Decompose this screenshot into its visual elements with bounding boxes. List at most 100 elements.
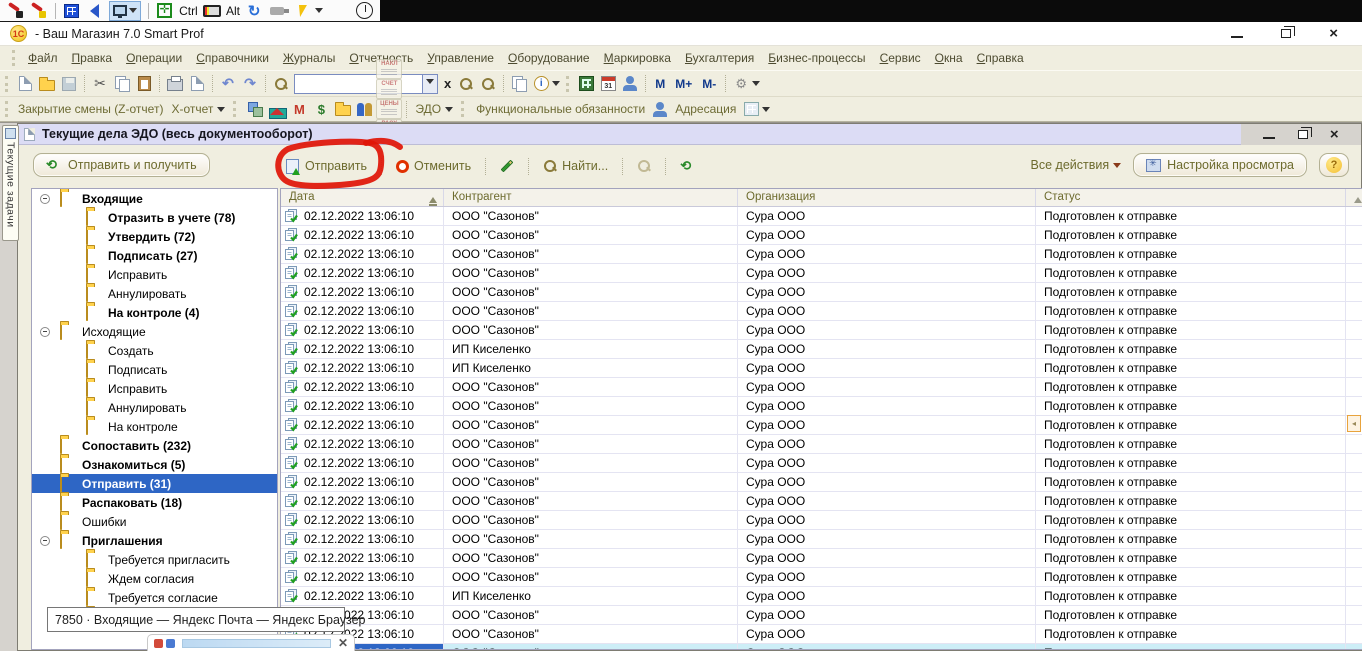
table-row[interactable]: 02.12.2022 13:06:10 ООО "Сазонов" Сура О… (281, 549, 1362, 568)
tree-item[interactable]: Ошибки (32, 512, 277, 531)
clear-find-button[interactable] (632, 156, 656, 176)
tree-item[interactable]: Исправить (32, 379, 277, 398)
menu-item[interactable]: Бухгалтерия (678, 48, 761, 68)
remote-tool2-icon[interactable] (29, 2, 47, 20)
menu-item[interactable]: Бизнес-процессы (761, 48, 872, 68)
find-previous-icon[interactable] (477, 73, 499, 95)
print-form-button[interactable]: СЧЕТ (376, 79, 402, 99)
column-header-date[interactable]: Дата (281, 189, 444, 206)
tree-item[interactable]: Создать (32, 341, 277, 360)
column-header-organization[interactable]: Организация (738, 189, 1036, 206)
settings-wrench-icon[interactable]: ⚙ (730, 73, 752, 95)
tree-item[interactable]: На контроле (4) (32, 303, 277, 322)
warehouse-icon[interactable] (266, 98, 288, 120)
copy-icon[interactable] (111, 73, 133, 95)
remote-keyboard-icon[interactable] (203, 2, 221, 20)
menu-item[interactable]: Справка (970, 48, 1031, 68)
tree-item[interactable]: Отразить в учете (78) (32, 208, 277, 227)
table-row[interactable]: 02.12.2022 13:06:10 ООО "Сазонов" Сура О… (281, 207, 1362, 226)
money-icon[interactable]: $ (310, 98, 332, 120)
remote-disconnect-icon[interactable] (268, 2, 286, 20)
info-icon[interactable]: i (530, 73, 552, 95)
tree-expander-icon[interactable] (40, 536, 50, 546)
menu-item[interactable]: Сервис (873, 48, 928, 68)
user-permissions-icon[interactable] (619, 73, 641, 95)
new-document-icon[interactable] (14, 73, 36, 95)
menu-item[interactable]: Маркировка (597, 48, 678, 68)
memory-button[interactable]: M+ (670, 77, 697, 91)
paste-icon[interactable] (133, 73, 155, 95)
scroll-marker-button[interactable]: ◂ (1347, 415, 1361, 432)
search-combobox[interactable] (294, 74, 438, 94)
menu-item[interactable]: Файл (21, 48, 65, 68)
remote-power-icon[interactable] (292, 2, 310, 20)
remote-display-button[interactable] (109, 1, 141, 21)
tree-item[interactable]: Подписать (27) (32, 246, 277, 265)
x-report-button[interactable]: Х-отчет (167, 102, 217, 116)
tree-expander-icon[interactable] (40, 327, 50, 337)
edit-button[interactable] (495, 161, 519, 171)
current-tasks-side-tab[interactable]: Текущие задачи (2, 125, 19, 241)
table-row[interactable]: 02.12.2022 13:06:10 ООО "Сазонов" Сура О… (281, 302, 1362, 321)
taskbar-thumbnail-preview[interactable]: ✕ (147, 634, 355, 651)
edo-window-titlebar[interactable]: Текущие дела ЭДО (весь документооборот) (18, 124, 1361, 145)
addressing-button[interactable]: Адресация (671, 102, 740, 116)
marking-icon[interactable]: M (288, 98, 310, 120)
refresh-button[interactable]: ⟲ (675, 156, 701, 176)
print-icon[interactable] (164, 73, 186, 95)
ctrl-key-button[interactable]: Ctrl (179, 4, 198, 18)
table-row[interactable]: 02.12.2022 13:06:10 ИП Киселенко Сура ОО… (281, 587, 1362, 606)
menu-item[interactable]: Правка (65, 48, 120, 68)
functional-duties-button[interactable]: Функциональные обязанности (472, 102, 649, 116)
tree-item[interactable]: Входящие (32, 189, 277, 208)
print-form-button[interactable]: ЦЕНЫ (376, 99, 402, 119)
table-row[interactable]: 02.12.2022 13:06:10 ООО "Сазонов" Сура О… (281, 454, 1362, 473)
close-button[interactable]: × (1329, 29, 1338, 39)
tree-item[interactable]: Распаковать (18) (32, 493, 277, 512)
find-next-icon[interactable] (455, 73, 477, 95)
tree-item[interactable]: Приглашения (32, 531, 277, 550)
counterparties-icon[interactable] (354, 98, 376, 120)
table-row[interactable]: 02.12.2022 13:06:10 ИП Киселенко Сура ОО… (281, 340, 1362, 359)
table-row[interactable]: 02.12.2022 13:06:10 ООО "Сазонов" Сура О… (281, 283, 1362, 302)
table-row[interactable]: 02.12.2022 13:06:10 ООО "Сазонов" Сура О… (281, 625, 1362, 644)
window-restore-button[interactable] (1298, 130, 1308, 139)
functional-duties-icon[interactable] (649, 98, 671, 120)
archive-folder-icon[interactable] (332, 98, 354, 120)
tree-expander-icon[interactable] (40, 194, 50, 204)
tree-item[interactable]: Ждем согласия (32, 569, 277, 588)
tree-item[interactable]: Требуется согласие (32, 588, 277, 607)
remote-refresh-icon[interactable]: ↻ (245, 2, 263, 20)
menu-item[interactable]: Окна (928, 48, 970, 68)
edo-menu-button[interactable]: ЭДО (411, 102, 445, 116)
table-row[interactable]: 02.12.2022 13:06:10 ООО "Сазонов" Сура О… (281, 416, 1362, 435)
remote-tool-icon[interactable] (6, 2, 24, 20)
tree-item[interactable]: На контроле (32, 417, 277, 436)
addressing-icon[interactable] (740, 98, 762, 120)
remote-clock-icon[interactable] (356, 2, 374, 20)
calendar-icon[interactable]: 31 (597, 73, 619, 95)
restore-button[interactable] (1281, 29, 1291, 38)
tree-item[interactable]: Подписать (32, 360, 277, 379)
save-icon[interactable] (58, 73, 80, 95)
table-row[interactable]: 02.12.2022 13:06:10 ООО "Сазонов" Сура О… (281, 397, 1362, 416)
minimize-button[interactable] (1231, 29, 1243, 38)
remote-filelist-icon[interactable] (62, 2, 80, 20)
send-receive-button[interactable]: ⟲ Отправить и получить (33, 153, 210, 177)
thumbnail-close-icon[interactable]: ✕ (338, 638, 348, 648)
chevron-down-icon[interactable] (422, 74, 438, 94)
table-row[interactable]: 02.12.2022 13:06:10 ООО "Сазонов" Сура О… (281, 264, 1362, 283)
copy-pages-icon[interactable] (508, 73, 530, 95)
view-settings-button[interactable]: Настройка просмотра (1133, 153, 1307, 177)
memory-button[interactable]: M- (697, 77, 721, 91)
table-row[interactable]: 02.12.2022 13:06:10 ООО "Сазонов" Сура О… (281, 492, 1362, 511)
table-row[interactable]: 02.12.2022 13:06:10 ООО "Сазонов" Сура О… (281, 511, 1362, 530)
table-row[interactable]: 02.12.2022 13:06:10 ООО "Сазонов" Сура О… (281, 378, 1362, 397)
window-minimize-button[interactable] (1263, 130, 1275, 139)
search-icon[interactable] (270, 73, 292, 95)
clear-search-button[interactable]: x (440, 76, 455, 91)
redo-icon[interactable]: ↷ (239, 73, 261, 95)
menu-item[interactable]: Операции (119, 48, 189, 68)
tree-item[interactable]: Аннулировать (32, 284, 277, 303)
send-button[interactable]: Отправить (281, 156, 372, 177)
